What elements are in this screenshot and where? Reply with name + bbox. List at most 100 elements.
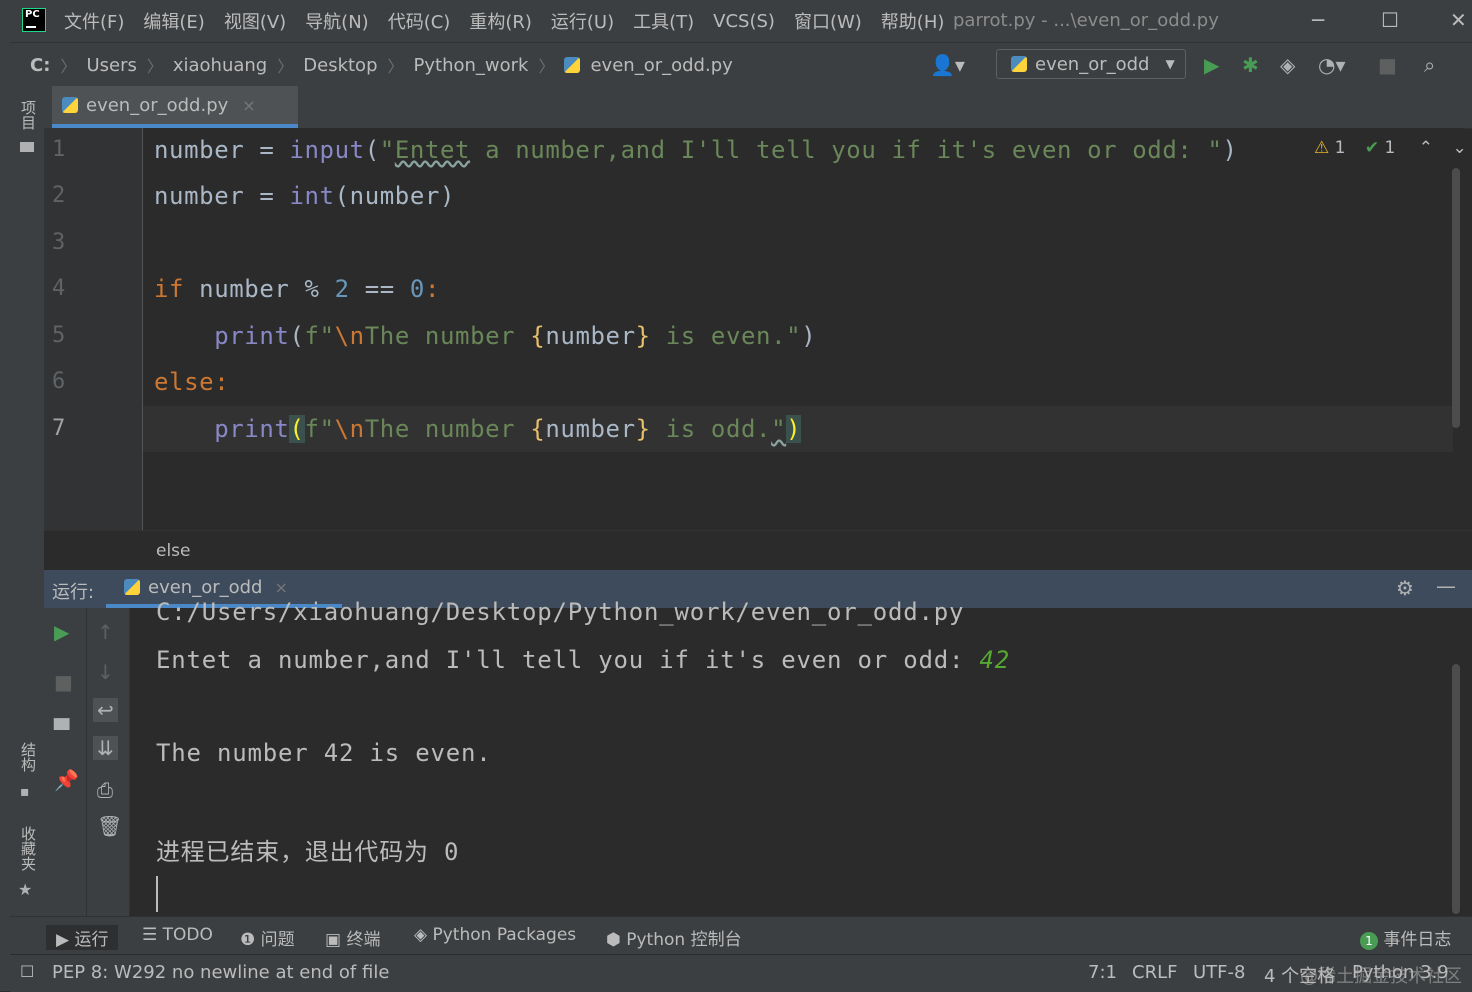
window-title: parrot.py - ...\even_or_odd.py — [953, 10, 1219, 31]
structure-icon: ▪ — [20, 784, 30, 800]
structure-tool-button[interactable]: 结构 — [18, 742, 39, 772]
menu-help[interactable]: 帮助(H) — [881, 8, 945, 34]
line-number: 5 — [52, 323, 66, 348]
favorites-tool-button[interactable]: 收藏夹 — [18, 826, 39, 871]
tool-tab-python-console[interactable]: ⬢ Python 控制台 — [606, 925, 742, 950]
menu-window[interactable]: 窗口(W) — [794, 8, 862, 34]
coverage-icon[interactable]: ◈ — [1280, 53, 1295, 77]
gear-icon[interactable]: ⚙ — [1396, 576, 1414, 600]
line-number: 2 — [52, 183, 66, 208]
pin-icon[interactable]: 📌 — [54, 768, 79, 792]
menu-vcs[interactable]: VCS(S) — [713, 11, 775, 32]
hide-icon[interactable]: — — [1436, 574, 1456, 598]
close-tab-icon[interactable]: × — [275, 578, 288, 597]
file-encoding[interactable]: UTF-8 — [1193, 962, 1245, 983]
maximize-button[interactable]: ☐ — [1381, 8, 1399, 32]
code-breadcrumb-bar: else — [44, 530, 1472, 571]
breadcrumb-users[interactable]: Users — [86, 55, 136, 76]
chevron-up-icon[interactable]: ⌃ — [1419, 138, 1433, 158]
chevron-down-icon[interactable]: ⌄ — [1452, 138, 1466, 158]
list-icon: ☰ — [142, 925, 163, 945]
tool-tab-terminal[interactable]: ▣ 终端 — [325, 925, 380, 950]
menu-code[interactable]: 代码(C) — [388, 8, 451, 34]
project-tool-button[interactable]: 项目 — [18, 100, 39, 130]
rerun-icon[interactable]: ▶ — [54, 620, 69, 644]
line-number: 6 — [52, 369, 66, 394]
status-bar: ☐ PEP 8: W292 no newline at end of file … — [10, 954, 1472, 992]
layers-icon: ◈ — [414, 925, 433, 945]
search-icon[interactable]: ⌕ — [1424, 53, 1435, 77]
line-number: 4 — [52, 276, 66, 301]
console-caret — [156, 876, 158, 912]
user-icon[interactable]: 👤▾ — [930, 53, 965, 77]
breadcrumb-python-work[interactable]: Python_work — [414, 55, 529, 76]
line-number-current: 7 — [52, 416, 66, 441]
arrow-up-icon[interactable]: ↑ — [97, 620, 114, 644]
stop-icon[interactable]: ■ — [54, 670, 73, 694]
editor-tab-bar: even_or_odd.py × — [44, 86, 1472, 129]
inspection-widget[interactable]: ⚠ 1 ✔ 1 ⌃ ⌄ — [1314, 138, 1467, 158]
python-file-icon — [1011, 56, 1027, 72]
panel-toggle-icon[interactable]: ☐ — [20, 962, 34, 981]
chevron-right-icon: 〉 — [277, 57, 294, 76]
breadcrumb-drive[interactable]: C: — [30, 55, 50, 76]
run-configuration-select[interactable]: even_or_odd ▼ — [996, 49, 1186, 79]
menu-run[interactable]: 运行(U) — [551, 8, 614, 34]
pycharm-logo-icon: PC — [22, 8, 46, 32]
main-menu: 文件(F) 编辑(E) 视图(V) 导航(N) 代码(C) 重构(R) 运行(U… — [64, 0, 944, 42]
tool-tab-todo[interactable]: ☰ TODO — [142, 925, 213, 945]
code-line-5: print(f"\nThe number {number} is even.") — [214, 322, 817, 350]
run-console[interactable]: ▶ ■ ▀ 📌 ↑ ↓ ↩ ⇊ ⎙ 🗑 C:/Users/xiaohuang/D… — [44, 598, 1464, 916]
tab-label: even_or_odd.py — [86, 94, 229, 116]
tool-tab-run[interactable]: ▶ 运行 — [46, 925, 119, 950]
close-tab-icon[interactable]: × — [242, 96, 255, 115]
event-count-badge: 1 — [1360, 932, 1378, 950]
run-icon[interactable]: ▶ — [1204, 53, 1219, 77]
soft-wrap-icon[interactable]: ↩ — [93, 698, 118, 722]
arrow-down-icon[interactable]: ↓ — [97, 660, 114, 684]
terminal-icon: ▣ — [325, 930, 347, 950]
print-icon[interactable]: ⎙ — [97, 778, 113, 802]
menu-view[interactable]: 视图(V) — [224, 8, 286, 34]
line-separator[interactable]: CRLF — [1132, 962, 1177, 983]
close-button[interactable]: ✕ — [1450, 8, 1467, 32]
debug-icon[interactable]: ✱ — [1242, 53, 1259, 77]
layout-icon[interactable]: ▀ — [54, 718, 69, 742]
breadcrumb-file[interactable]: even_or_odd.py — [590, 55, 732, 76]
trash-icon[interactable]: 🗑 — [97, 814, 122, 838]
tab-even-or-odd[interactable]: even_or_odd.py × — [52, 86, 298, 128]
folder-icon — [20, 142, 34, 152]
profile-icon[interactable]: ◔▾ — [1318, 53, 1346, 77]
breadcrumb-desktop[interactable]: Desktop — [303, 55, 377, 76]
code-line-6: else: — [154, 368, 230, 396]
code-line-4: if number % 2 == 0: — [154, 275, 441, 303]
breadcrumb-xiaohuang[interactable]: xiaohuang — [173, 55, 267, 76]
watermark: @稀土掘金技术社区 — [1300, 966, 1462, 987]
run-configuration-label: even_or_odd — [1035, 53, 1150, 75]
python-file-icon — [62, 97, 78, 113]
editor-scrollbar[interactable] — [1452, 168, 1460, 428]
console-scrollbar[interactable] — [1452, 664, 1460, 914]
run-panel-label: 运行: — [52, 582, 95, 603]
tool-tab-event-log[interactable]: 1 事件日志 — [1360, 925, 1451, 950]
caret-position[interactable]: 7:1 — [1088, 962, 1117, 983]
scroll-to-end-icon[interactable]: ⇊ — [93, 736, 118, 760]
menu-file[interactable]: 文件(F) — [64, 8, 124, 34]
code-line-2: number = int(number) — [154, 182, 456, 210]
info-icon: ❶ — [240, 930, 261, 950]
run-toolbar-primary: ▶ ■ ▀ 📌 — [44, 608, 87, 916]
code-breadcrumb[interactable]: else — [156, 541, 191, 561]
menu-refactor[interactable]: 重构(R) — [469, 8, 532, 34]
console-prompt-line: Entet a number,and I'll tell you if it's… — [156, 646, 1010, 674]
status-message[interactable]: PEP 8: W292 no newline at end of file — [52, 962, 389, 983]
console-exit-line: 进程已结束，退出代码为 0 — [156, 838, 460, 866]
stop-icon[interactable]: ■ — [1378, 53, 1397, 77]
run-toolbar-secondary: ↑ ↓ ↩ ⇊ ⎙ 🗑 — [87, 608, 130, 916]
menu-navigate[interactable]: 导航(N) — [305, 8, 369, 34]
menu-tools[interactable]: 工具(T) — [633, 8, 694, 34]
menu-edit[interactable]: 编辑(E) — [143, 8, 204, 34]
tool-tab-python-packages[interactable]: ◈ Python Packages — [414, 925, 576, 945]
minimize-button[interactable]: ─ — [1312, 8, 1324, 32]
code-editor[interactable]: 1 2 3 4 5 6 7 number = input("Entet a nu… — [44, 128, 1467, 530]
tool-tab-problems[interactable]: ❶ 问题 — [240, 925, 295, 950]
